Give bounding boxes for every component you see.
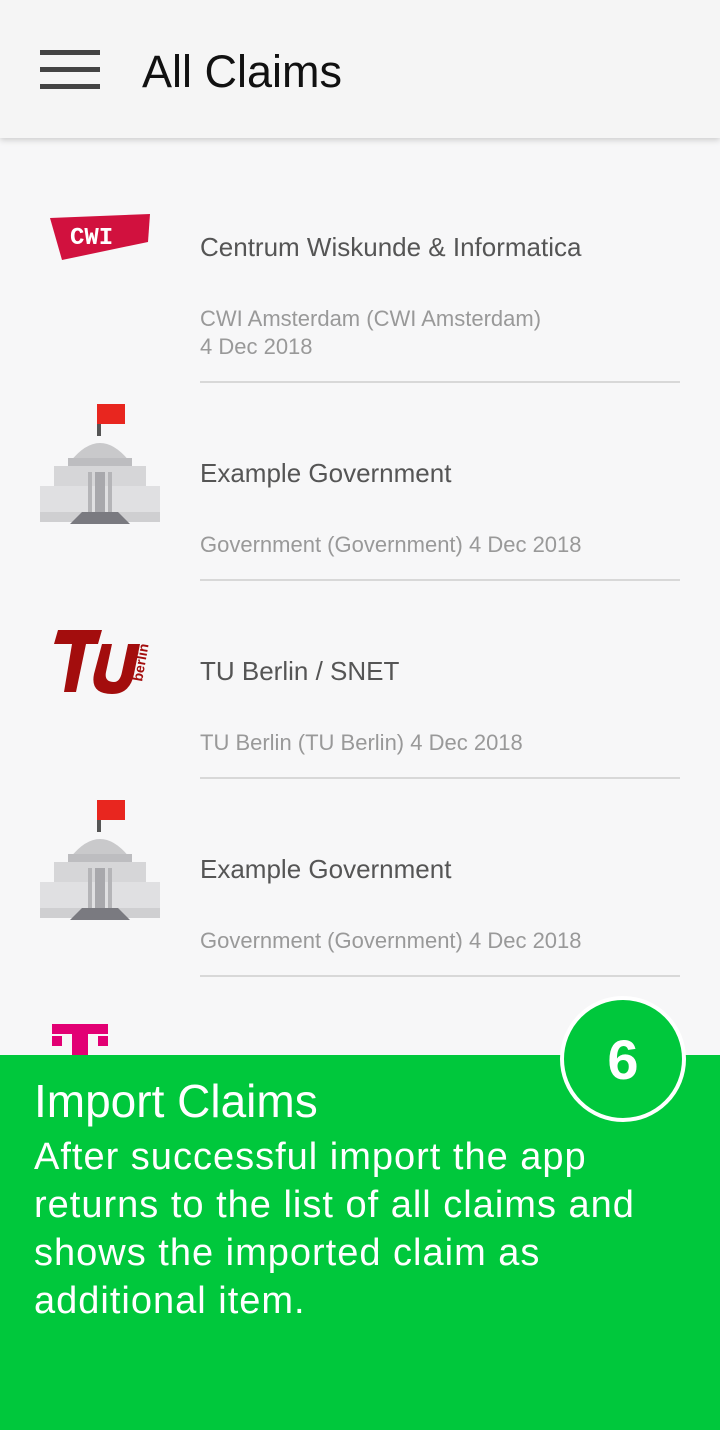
claim-item-government[interactable]: Example Government Government (Governmen… xyxy=(0,780,720,978)
claim-subtitle: Government (Government) 4 Dec 2018 xyxy=(200,928,582,953)
claim-title: Example Government xyxy=(200,854,452,884)
app-bar: All Claims xyxy=(0,0,720,138)
divider xyxy=(200,381,680,383)
step-number-badge: 6 xyxy=(560,996,686,1122)
page-title: All Claims xyxy=(142,46,343,97)
claim-title: Example Government xyxy=(200,458,452,488)
hamburger-menu-icon[interactable] xyxy=(30,42,110,98)
claim-subtitle: Government (Government) 4 Dec 2018 xyxy=(200,532,582,557)
claim-date: 4 Dec 2018 xyxy=(200,334,313,359)
divider xyxy=(200,975,680,977)
claim-subtitle: CWI Amsterdam (CWI Amsterdam) 4 Dec 2018 xyxy=(200,305,680,361)
claim-title: Centrum Wiskunde & Informatica xyxy=(200,232,582,262)
divider xyxy=(200,777,680,779)
cwi-logo: CWI xyxy=(40,212,160,262)
tutorial-title: Import Claims xyxy=(34,1075,318,1127)
tu-berlin-logo: berlin xyxy=(40,626,160,696)
claim-title: TU Berlin / SNET xyxy=(200,656,400,686)
government-building-icon xyxy=(40,798,160,922)
claim-item-tu-berlin[interactable]: berlin TU Berlin / SNET TU Berlin (TU Be… xyxy=(0,582,720,780)
claim-subtitle: TU Berlin (TU Berlin) 4 Dec 2018 xyxy=(200,730,523,755)
government-building-icon xyxy=(40,402,160,526)
tutorial-body: After successful import the app returns … xyxy=(34,1136,635,1322)
claim-item-government[interactable]: Example Government Government (Governmen… xyxy=(0,384,720,582)
claim-issuer: CWI Amsterdam (CWI Amsterdam) xyxy=(200,306,542,331)
claim-item-cwi[interactable]: CWI Centrum Wiskunde & Informatica CWI A… xyxy=(0,140,720,384)
cwi-logo-text: CWI xyxy=(70,225,113,252)
divider xyxy=(200,579,680,581)
